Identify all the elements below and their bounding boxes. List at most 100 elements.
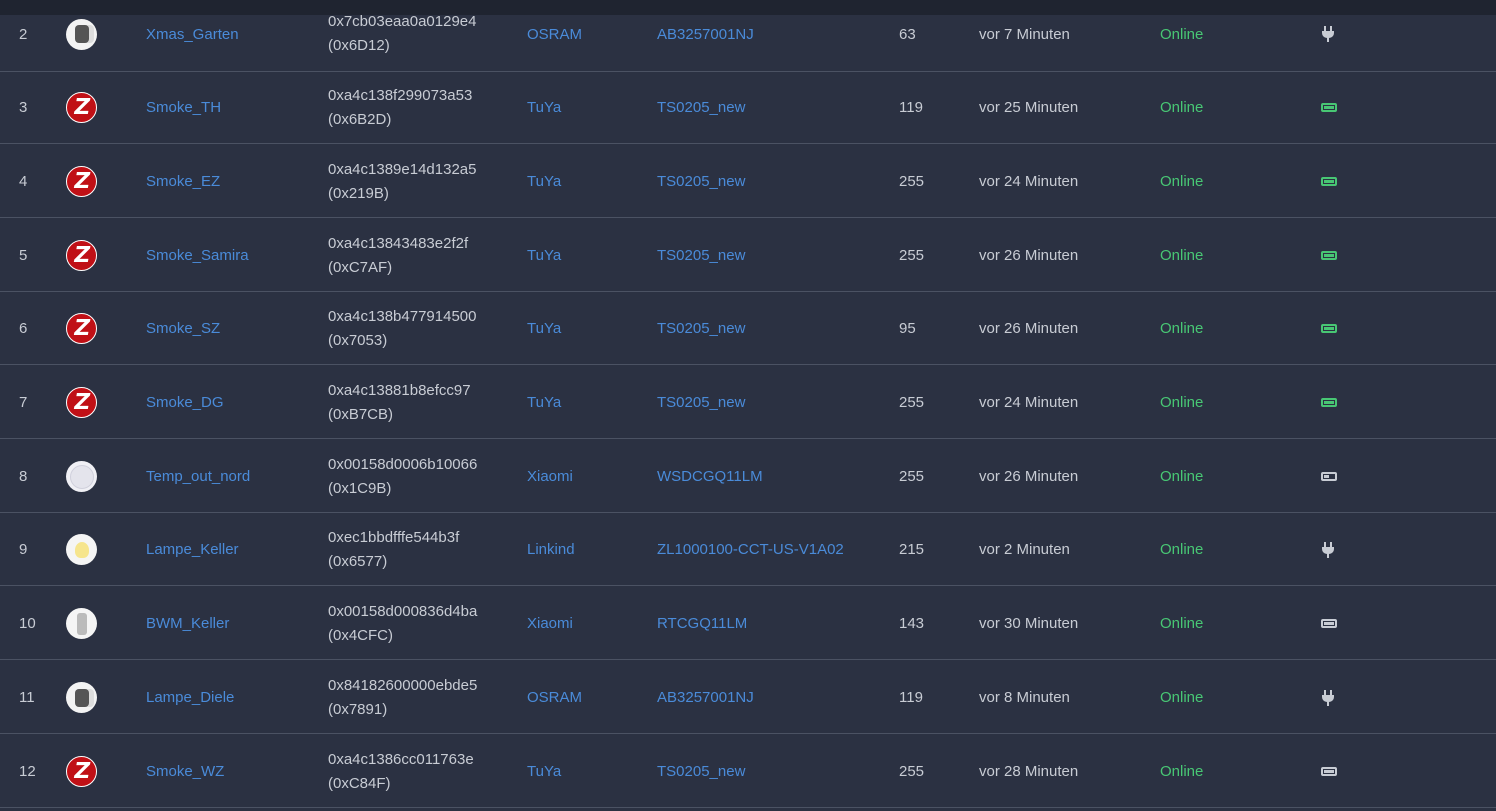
model-link[interactable]: ZL1000100-CCT-US-V1A02	[657, 513, 844, 586]
link-quality: 255	[899, 173, 925, 190]
power-source	[1321, 661, 1335, 734]
row-number: 8	[19, 468, 28, 485]
network-address: (0x6B2D)	[328, 110, 392, 128]
status-badge: Online	[1160, 615, 1204, 632]
device-name-link[interactable]: Xmas_Garten	[146, 0, 239, 68]
device-name-link[interactable]: Smoke_SZ	[146, 292, 220, 365]
device-address: 0xa4c138b477914500 (0x7053)	[328, 292, 476, 365]
battery-icon	[1321, 767, 1337, 776]
power-source	[1321, 366, 1337, 439]
model-link[interactable]: TS0205_new	[657, 219, 745, 292]
table-row: 4 Z Smoke_EZ 0xa4c1389e14d132a5 (0x219B) TuYa…	[0, 145, 1496, 218]
model-link[interactable]: AB3257001NJ	[657, 661, 754, 734]
ieee-address: 0xa4c138f299073a53	[328, 86, 473, 104]
ieee-address: 0xa4c1389e14d132a5	[328, 160, 477, 178]
model-link[interactable]: TS0205_new	[657, 292, 745, 365]
network-address: (0x219B)	[328, 184, 389, 202]
power-source	[1321, 219, 1337, 292]
table-row: 7 Z Smoke_DG 0xa4c13881b8efcc97 (0xB7CB) TuYa…	[0, 366, 1496, 439]
device-name-link[interactable]: Lampe_Diele	[146, 661, 234, 734]
model-link[interactable]: TS0205_new	[657, 366, 745, 439]
vendor-link[interactable]: Xiaomi	[527, 440, 573, 513]
power-source	[1321, 513, 1335, 586]
device-name-link[interactable]: Temp_out_nord	[146, 440, 250, 513]
device-name-link[interactable]: Lampe_Keller	[146, 513, 239, 586]
device-name-link[interactable]: Smoke_TH	[146, 71, 221, 144]
model-link[interactable]: TS0205_new	[657, 71, 745, 144]
device-address: 0xa4c138f299073a53 (0x6B2D)	[328, 71, 472, 144]
row-number: 4	[19, 173, 28, 190]
table-row: 9 Lampe_Keller 0xec1bbdfffe544b3f (0x6577) L…	[0, 513, 1496, 586]
vendor-link[interactable]: TuYa	[527, 292, 561, 365]
model-link[interactable]: TS0205_new	[657, 735, 745, 808]
model-link[interactable]: AB3257001NJ	[657, 0, 754, 68]
link-quality: 255	[899, 468, 925, 485]
vendor-link[interactable]: TuYa	[527, 366, 561, 439]
status-badge: Online	[1160, 99, 1204, 116]
motion-sensor-icon	[66, 608, 97, 639]
row-number: 12	[19, 763, 36, 780]
battery-full-icon	[1321, 103, 1337, 112]
network-address: (0x4CFC)	[328, 626, 394, 644]
ieee-address: 0x00158d000836d4ba	[328, 602, 478, 620]
last-seen: vor 2 Minuten	[979, 541, 1070, 558]
link-quality: 95	[899, 320, 916, 337]
temperature-sensor-icon	[66, 461, 97, 492]
vendor-link[interactable]: OSRAM	[527, 661, 582, 734]
device-name-link[interactable]: Smoke_WZ	[146, 735, 224, 808]
last-seen: vor 8 Minuten	[979, 689, 1070, 706]
network-address: (0x6D12)	[328, 37, 390, 54]
row-number: 3	[19, 99, 28, 116]
vendor-link[interactable]: TuYa	[527, 735, 561, 808]
device-image: Z	[66, 145, 97, 218]
table-row: 8 Temp_out_nord 0x00158d0006b10066 (0x1C9B)…	[0, 440, 1496, 513]
row-number: 11	[19, 689, 35, 706]
link-quality: 255	[899, 763, 925, 780]
status-badge: Online	[1160, 689, 1204, 706]
last-seen: vor 26 Minuten	[979, 320, 1079, 337]
device-image	[66, 440, 97, 513]
device-name-link[interactable]: Smoke_DG	[146, 366, 224, 439]
vendor-link[interactable]: TuYa	[527, 219, 561, 292]
power-source	[1321, 292, 1337, 365]
model-link[interactable]: RTCGQ11LM	[657, 587, 747, 660]
device-name-link[interactable]: BWM_Keller	[146, 587, 229, 660]
zigbee-logo-icon: Z	[66, 313, 97, 344]
battery-full-icon	[1321, 398, 1337, 407]
zigbee-logo-icon: Z	[66, 756, 97, 787]
device-address: 0xa4c13881b8efcc97 (0xB7CB)	[328, 366, 471, 439]
device-address: 0xec1bbdfffe544b3f (0x6577)	[328, 513, 459, 586]
vendor-link[interactable]: Xiaomi	[527, 587, 573, 660]
vendor-link[interactable]: TuYa	[527, 145, 561, 218]
status-badge: Online	[1160, 173, 1204, 190]
ieee-address: 0x84182600000ebde5	[328, 676, 478, 694]
network-address: (0xC84F)	[328, 774, 391, 792]
table-row: 6 Z Smoke_SZ 0xa4c138b477914500 (0x7053) TuYa…	[0, 292, 1496, 365]
link-quality: 215	[899, 541, 925, 558]
device-name-link[interactable]: Smoke_Samira	[146, 219, 249, 292]
status-badge: Online	[1160, 320, 1204, 337]
device-image	[66, 0, 97, 68]
last-seen: vor 26 Minuten	[979, 468, 1079, 485]
device-address: 0xa4c13843483e2f2f (0xC7AF)	[328, 219, 468, 292]
power-source	[1321, 735, 1337, 808]
network-address: (0x6577)	[328, 552, 388, 570]
row-number: 10	[19, 615, 36, 632]
device-image: Z	[66, 366, 97, 439]
model-link[interactable]: TS0205_new	[657, 145, 745, 218]
device-image: Z	[66, 219, 97, 292]
zigbee-logo-icon: Z	[66, 387, 97, 418]
row-number: 2	[19, 25, 28, 43]
zigbee-logo-icon: Z	[66, 92, 97, 123]
table-row: 5 Z Smoke_Samira 0xa4c13843483e2f2f (0xC7AF)…	[0, 219, 1496, 292]
model-link[interactable]: WSDCGQ11LM	[657, 440, 763, 513]
device-name-link[interactable]: Smoke_EZ	[146, 145, 220, 218]
last-seen: vor 24 Minuten	[979, 173, 1079, 190]
last-seen: vor 28 Minuten	[979, 763, 1079, 780]
vendor-link[interactable]: Linkind	[527, 513, 575, 586]
device-image	[66, 513, 97, 586]
row-number: 5	[19, 247, 28, 264]
vendor-link[interactable]: TuYa	[527, 71, 561, 144]
last-seen: vor 26 Minuten	[979, 247, 1079, 264]
vendor-link[interactable]: OSRAM	[527, 0, 582, 68]
